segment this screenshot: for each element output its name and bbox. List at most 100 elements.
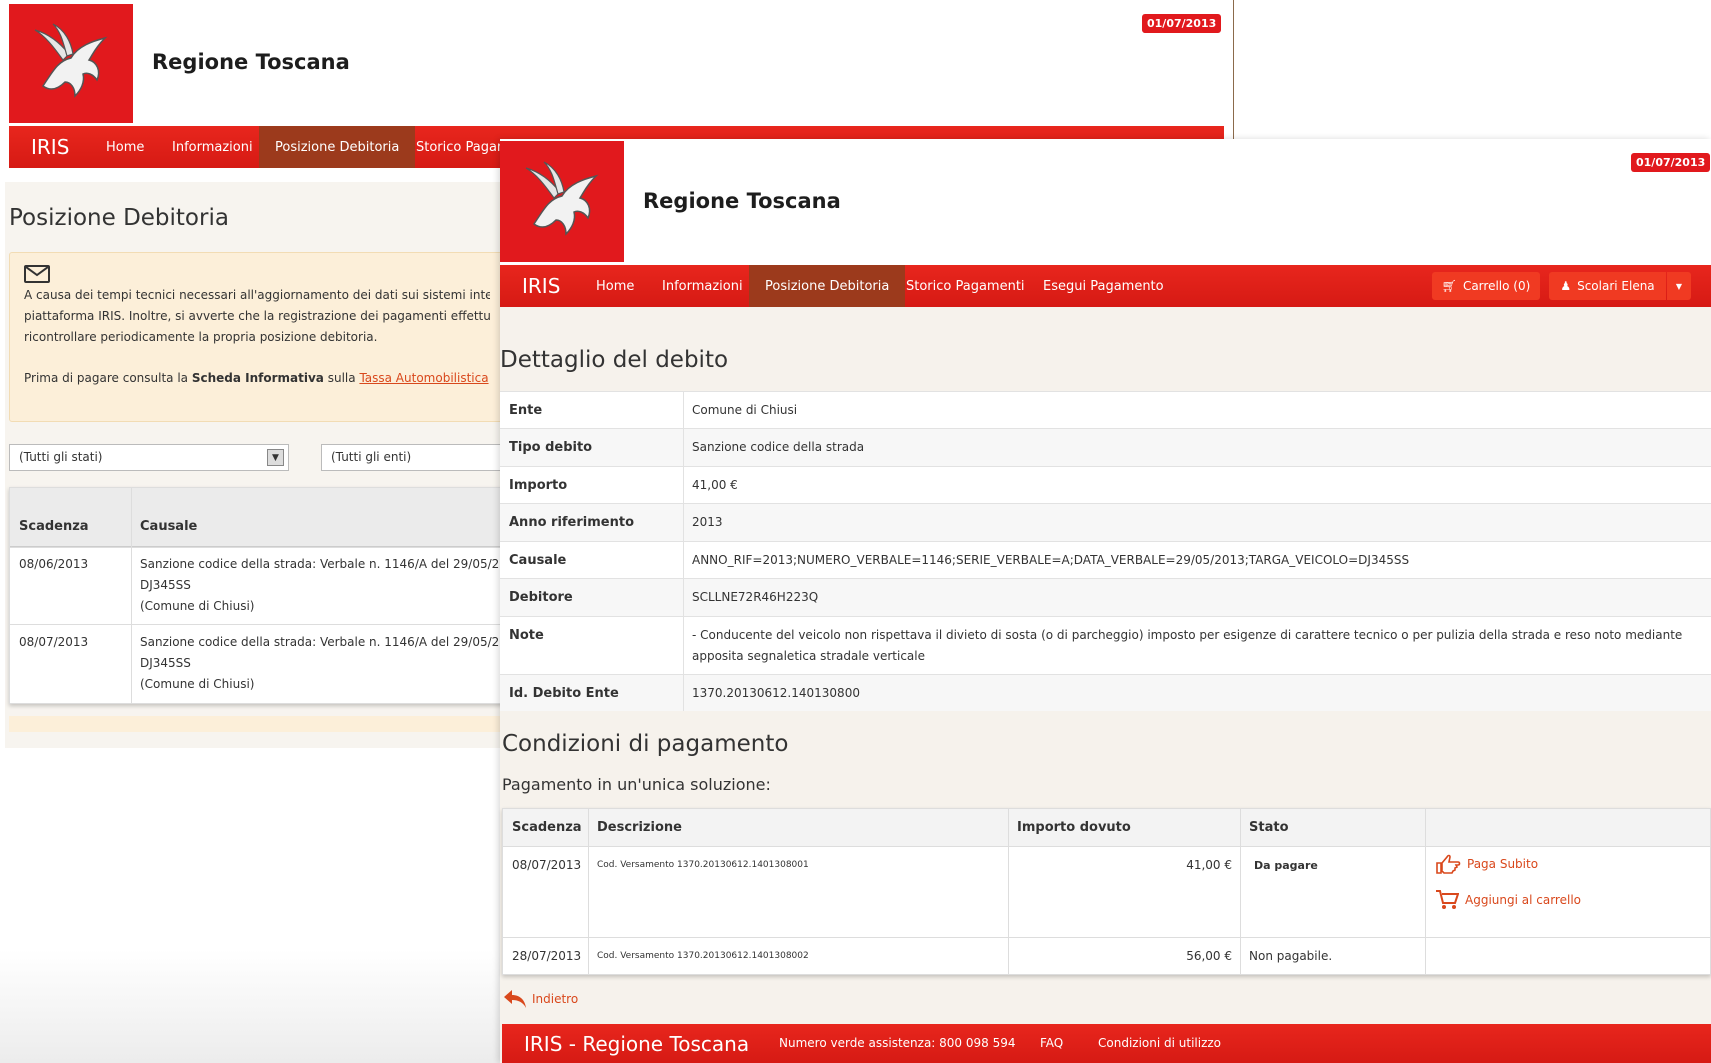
nav-home[interactable]: Home	[90, 126, 160, 168]
date-badge: 01/07/2013	[1142, 14, 1222, 33]
detail-value: 1370.20130612.140130800	[692, 686, 860, 700]
detail-label: Ente	[509, 403, 543, 418]
pay-row1-stato: Da pagare	[1254, 859, 1318, 872]
chevron-down-icon[interactable]: ▼	[267, 449, 284, 466]
detail-label: Note	[509, 628, 544, 643]
nav-informazioni[interactable]: Informazioni	[646, 265, 759, 307]
back-link-label: Indietro	[532, 992, 579, 1006]
detail-value: ANNO_RIF=2013;NUMERO_VERBALE=1146;SERIE_…	[692, 553, 1410, 567]
column-divider	[1008, 809, 1009, 974]
front-navbar: IRIS Home Informazioni Posizione Debitor…	[500, 265, 1711, 307]
detail-title: Dettaglio del debito	[500, 347, 729, 373]
detail-label: Importo	[509, 478, 568, 493]
col-importo: Importo dovuto	[1017, 820, 1131, 835]
payments-table: Scadenza Descrizione Importo dovuto Stat…	[502, 808, 1711, 975]
detail-label: Id. Debito Ente	[509, 686, 619, 701]
cart-icon: 🛒︎	[1441, 279, 1457, 293]
alert-mid: sulla	[323, 371, 360, 385]
detail-value: 41,00 €	[692, 478, 738, 492]
pay-row2-descrizione: Cod. Versamento 1370.20130612.1401308002	[597, 951, 809, 961]
row2-causale-line2: DJ345SS	[140, 656, 191, 670]
col-descrizione: Descrizione	[597, 820, 682, 835]
page-title: Posizione Debitoria	[9, 205, 229, 231]
cart-icon	[1436, 890, 1459, 909]
pegasus-logo[interactable]	[9, 4, 133, 123]
detail-label: Anno riferimento	[509, 515, 634, 530]
row1-causale-line2: DJ345SS	[140, 578, 191, 592]
row1-causale[interactable]: Sanzione codice della strada: Verbale n.…	[140, 554, 510, 617]
caret-down-icon: ▼	[1675, 281, 1683, 291]
footer-faq-link[interactable]: FAQ	[1040, 1036, 1063, 1050]
org-name: Regione Toscana	[643, 189, 841, 213]
nav-storico-pagamenti[interactable]: Storico Pagamenti	[890, 265, 1041, 307]
col-stato: Stato	[1249, 820, 1289, 835]
column-divider	[588, 809, 589, 974]
back-bottom-area	[0, 950, 500, 1063]
pay-row2-scadenza: 28/07/2013	[512, 949, 582, 963]
pay-now-label: Paga Subito	[1467, 857, 1539, 871]
hand-pointer-icon	[1436, 854, 1461, 874]
row-separator	[683, 467, 684, 503]
row-divider	[10, 547, 504, 548]
user-button[interactable]: ♟ Scolari Elena	[1549, 272, 1666, 300]
nav-esegui-pagamento[interactable]: Esegui Pagamento	[1027, 265, 1180, 307]
stati-select-value: (Tutti gli stati)	[19, 450, 103, 464]
nav-posizione-debitoria[interactable]: Posizione Debitoria	[749, 265, 906, 307]
user-dropdown-toggle[interactable]: ▼	[1667, 272, 1691, 300]
row-separator	[683, 617, 684, 674]
user-icon: ♟	[1560, 279, 1572, 293]
add-to-cart-label: Aggiungi al carrello	[1465, 893, 1581, 907]
column-divider	[131, 488, 132, 703]
conditions-subtitle: Pagamento in un'unica soluzione:	[502, 775, 771, 794]
reply-arrow-icon	[504, 990, 526, 1008]
front-header: Regione Toscana 01/07/2013	[500, 139, 1711, 265]
tassa-automobilistica-link[interactable]: Tassa Automobilistica	[359, 371, 488, 385]
pegasus-logo[interactable]	[500, 141, 624, 262]
enti-select-value: (Tutti gli enti)	[331, 450, 412, 464]
pay-now-link[interactable]: Paga Subito	[1435, 853, 1538, 875]
pay-row2-importo: 56,00 €	[1186, 949, 1232, 963]
date-badge: 01/07/2013	[1631, 153, 1711, 172]
scheda-informativa: Scheda Informativa	[191, 371, 324, 385]
back-link[interactable]: Indietro	[502, 988, 578, 1010]
detail-row-id-debito: Id. Debito Ente 1370.20130612.140130800	[500, 674, 1711, 711]
column-divider	[1240, 809, 1241, 974]
alert-line-2: piattaforma IRIS. Inoltre, si avverte ch…	[24, 309, 490, 323]
add-to-cart-link[interactable]: Aggiungi al carrello	[1435, 889, 1581, 911]
debts-table: Scadenza Causale 08/06/2013 Sanzione cod…	[9, 487, 510, 704]
detail-value: - Conducente del veicolo non rispettava …	[692, 628, 1683, 663]
row2-causale-line3: (Comune di Chiusi)	[140, 677, 255, 691]
row2-causale-line1: Sanzione codice della strada: Verbale n.…	[140, 635, 510, 649]
nav-informazioni[interactable]: Informazioni	[156, 126, 269, 168]
detail-row-note: Note - Conducente del veicolo non rispet…	[500, 616, 1711, 674]
row2-causale[interactable]: Sanzione codice della strada: Verbale n.…	[140, 632, 510, 695]
info-alert: A causa dei tempi tecnici necessari all'…	[9, 252, 505, 422]
nav-posizione-debitoria[interactable]: Posizione Debitoria	[259, 126, 416, 168]
row1-causale-line3: (Comune di Chiusi)	[140, 599, 255, 613]
nav-home[interactable]: Home	[580, 265, 650, 307]
row-divider	[10, 624, 504, 625]
nav-brand[interactable]: IRIS	[522, 274, 560, 298]
detail-value: Comune di Chiusi	[692, 403, 798, 417]
row-separator	[683, 675, 684, 711]
row-separator	[683, 542, 684, 578]
detail-row-tipo-debito: Tipo debito Sanzione codice della strada	[500, 428, 1711, 466]
back-stripe	[9, 716, 505, 732]
user-name: Scolari Elena	[1577, 279, 1655, 293]
enti-select[interactable]: (Tutti gli enti)	[321, 444, 505, 471]
col-scadenza: Scadenza	[512, 820, 582, 835]
col-scadenza: Scadenza	[19, 519, 89, 534]
pay-row1-importo: 41,00 €	[1186, 858, 1232, 872]
pay-row2-stato: Non pagabile.	[1249, 949, 1333, 963]
detail-value: 2013	[692, 515, 723, 529]
footer-terms-link[interactable]: Condizioni di utilizzo	[1098, 1036, 1221, 1050]
alert-line-1: A causa dei tempi tecnici necessari all'…	[24, 288, 490, 302]
nav-brand[interactable]: IRIS	[31, 135, 69, 159]
detail-label: Tipo debito	[509, 440, 593, 455]
detail-value: Sanzione codice della strada	[692, 440, 865, 454]
stati-select[interactable]: (Tutti gli stati) ▼	[9, 444, 289, 471]
pay-row1-descrizione: Cod. Versamento 1370.20130612.1401308001	[597, 860, 809, 870]
row-separator	[683, 504, 684, 541]
back-header: Regione Toscana 01/07/2013	[0, 0, 1240, 126]
cart-button[interactable]: 🛒︎ Carrello (0)	[1432, 272, 1540, 300]
